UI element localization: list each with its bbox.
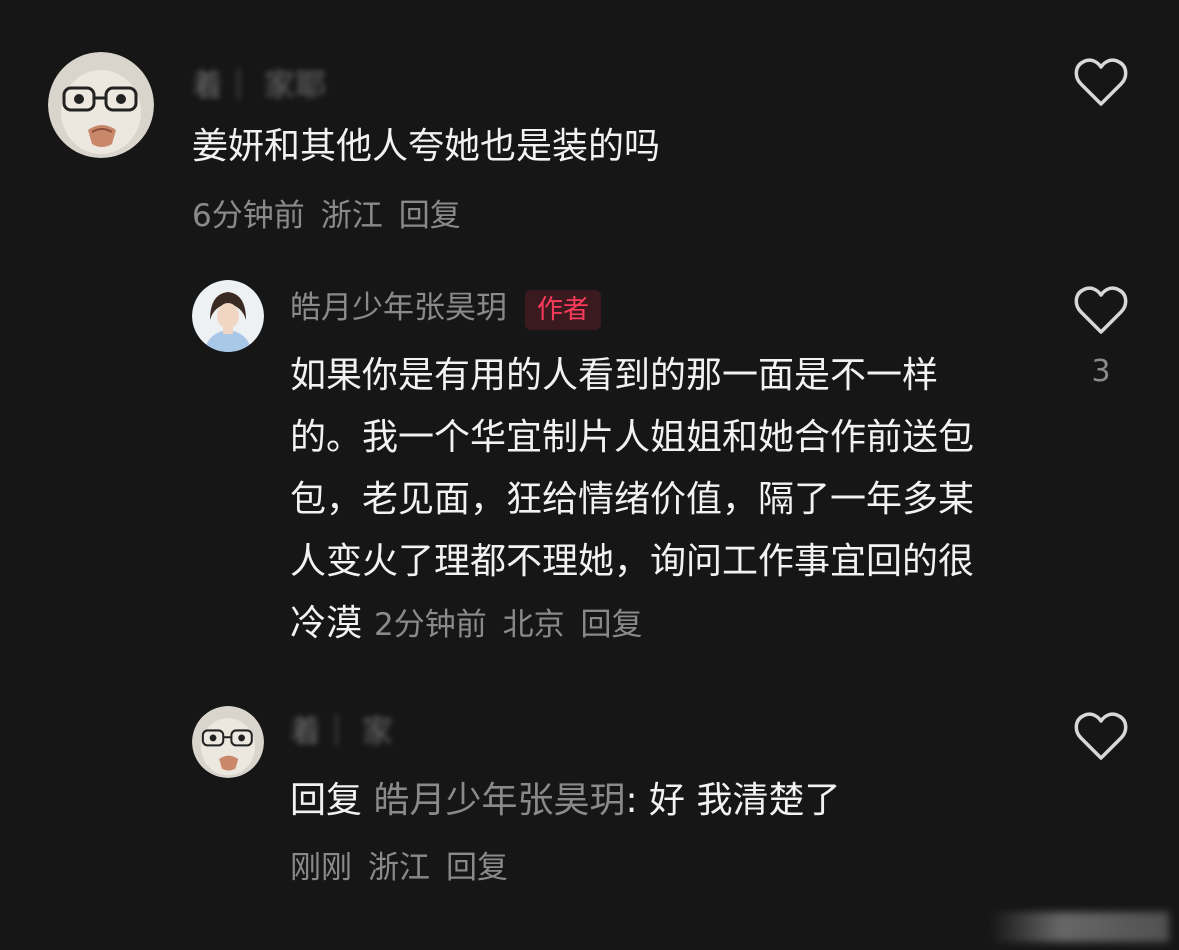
author-comment-text: 如果你是有用的人看到的那一面是不一样的。我一个华宜制片人姐姐和她合作前送包包，老… [290, 355, 975, 644]
commenter-username[interactable]: 着｜ 家耶 [192, 66, 326, 106]
commenter-username[interactable]: 着｜ 家 [290, 712, 393, 752]
reply-button[interactable]: 回复 [399, 198, 461, 234]
comment-time: 刚刚 [290, 850, 352, 886]
comment-location: 浙江 [320, 198, 383, 234]
reply-message: : 好 我清楚了 [625, 780, 841, 821]
reply-comment-text: 回复 皓月少年张昊玥: 好 我清楚了 [290, 770, 1050, 832]
like-count: 3 [1091, 354, 1111, 389]
reply-target-username[interactable]: 皓月少年张昊玥 [373, 780, 625, 821]
comment-time: 2分钟前 [374, 607, 487, 643]
commenter-avatar[interactable] [48, 52, 154, 158]
portrait-avatar-icon [192, 280, 264, 352]
comment-text: 姜妍和其他人夸她也是装的吗 [192, 126, 661, 167]
reply-prefix: 回复 [290, 780, 363, 821]
author-badge: 作者 [525, 289, 602, 330]
author-comment-meta: 2分钟前 北京 回复 [374, 607, 642, 643]
comment-location: 浙江 [368, 850, 430, 886]
author-username-row: 皓月少年张昊玥 作者 [290, 288, 602, 330]
comment-meta: 刚刚 浙江 回复 [290, 848, 508, 888]
author-username[interactable]: 皓月少年张昊玥 [290, 290, 507, 326]
reply-button[interactable]: 回复 [446, 850, 508, 886]
cartoon-avatar-icon [48, 52, 154, 158]
comment-thread: 着｜ 家耶 姜妍和其他人夸她也是装的吗 6分钟前 浙江 回复 皓月少年张昊玥 作者 如… [0, 0, 1179, 950]
comment-time: 6分钟前 [192, 198, 305, 234]
like-heart-icon[interactable] [1074, 58, 1128, 108]
blurred-watermark [989, 912, 1169, 942]
reply-button[interactable]: 回复 [580, 607, 642, 643]
cartoon-avatar-icon [192, 706, 264, 778]
comment-meta: 6分钟前 浙江 回复 [192, 196, 461, 236]
commenter-avatar[interactable] [192, 706, 264, 778]
comment-location: 北京 [502, 607, 565, 643]
like-heart-icon[interactable] [1074, 712, 1128, 762]
like-heart-icon[interactable] [1074, 286, 1128, 336]
author-avatar[interactable] [192, 280, 264, 352]
